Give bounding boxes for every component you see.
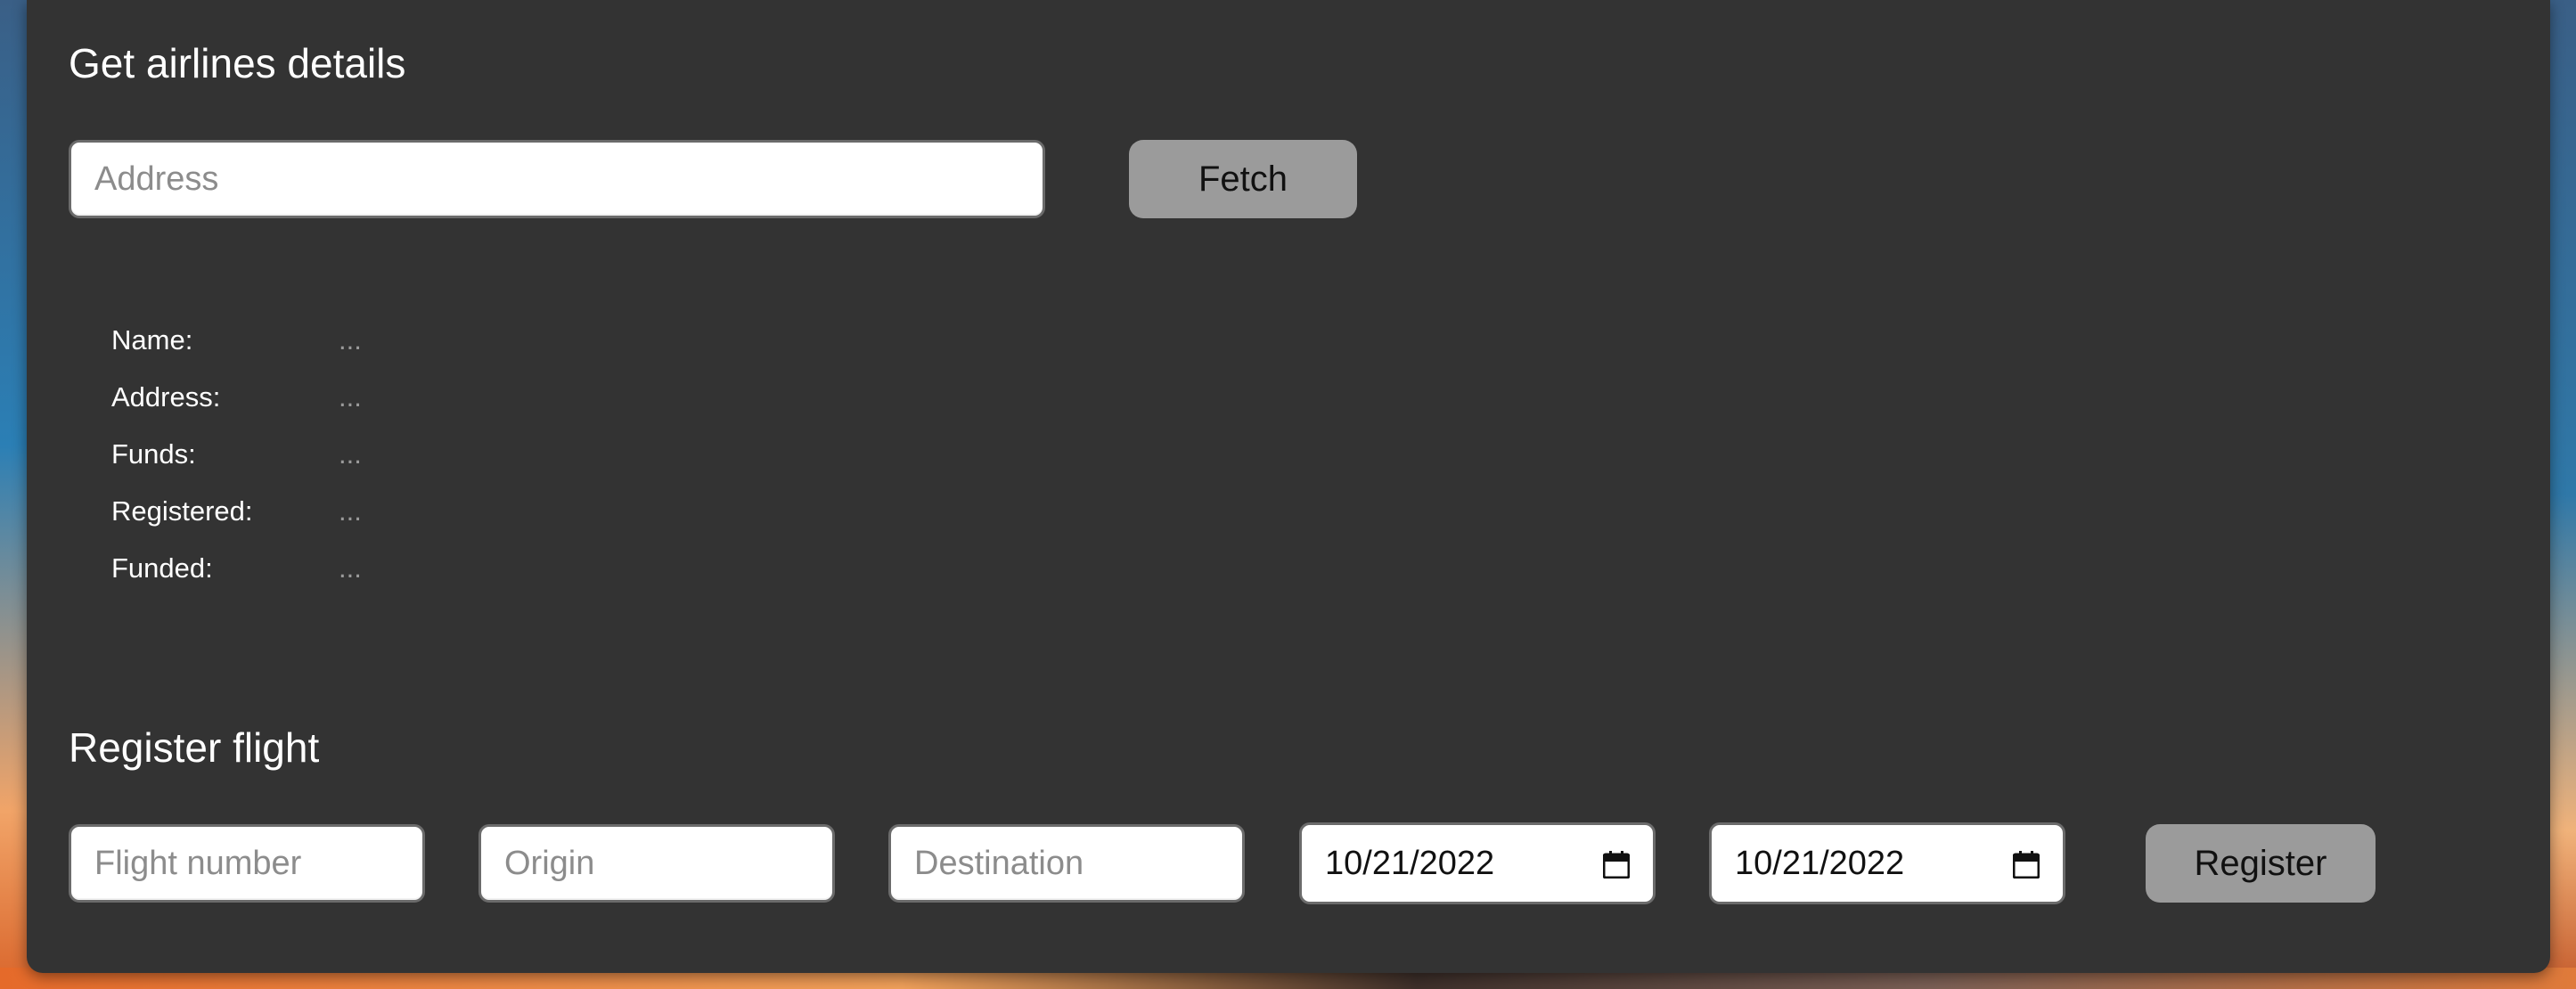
detail-value: ... bbox=[339, 495, 362, 527]
departure-date-input[interactable]: 10/21/2022 bbox=[1299, 822, 1656, 904]
register-button[interactable]: Register bbox=[2146, 824, 2376, 903]
detail-label: Funds: bbox=[111, 438, 196, 470]
calendar-icon[interactable] bbox=[1602, 849, 1631, 879]
main-card: Get airlines details Fetch Name: ... Add… bbox=[27, 0, 2550, 973]
detail-value: ... bbox=[339, 438, 362, 470]
flight-number-input[interactable] bbox=[69, 824, 425, 903]
address-input[interactable] bbox=[69, 140, 1045, 218]
origin-input[interactable] bbox=[478, 824, 835, 903]
arrival-date-input[interactable]: 10/21/2022 bbox=[1709, 822, 2065, 904]
fetch-button[interactable]: Fetch bbox=[1129, 140, 1357, 218]
detail-value: ... bbox=[339, 324, 362, 356]
register-section-title: Register flight bbox=[69, 724, 320, 771]
arrival-date-value: 10/21/2022 bbox=[1735, 844, 1905, 882]
detail-value: ... bbox=[339, 552, 362, 584]
calendar-icon[interactable] bbox=[2012, 849, 2040, 879]
detail-label: Funded: bbox=[111, 552, 213, 584]
detail-label: Registered: bbox=[111, 495, 253, 527]
detail-value: ... bbox=[339, 381, 362, 413]
destination-input[interactable] bbox=[888, 824, 1245, 903]
detail-label: Address: bbox=[111, 381, 221, 413]
departure-date-value: 10/21/2022 bbox=[1325, 844, 1495, 882]
detail-label: Name: bbox=[111, 324, 193, 356]
airline-section-title: Get airlines details bbox=[69, 40, 406, 86]
